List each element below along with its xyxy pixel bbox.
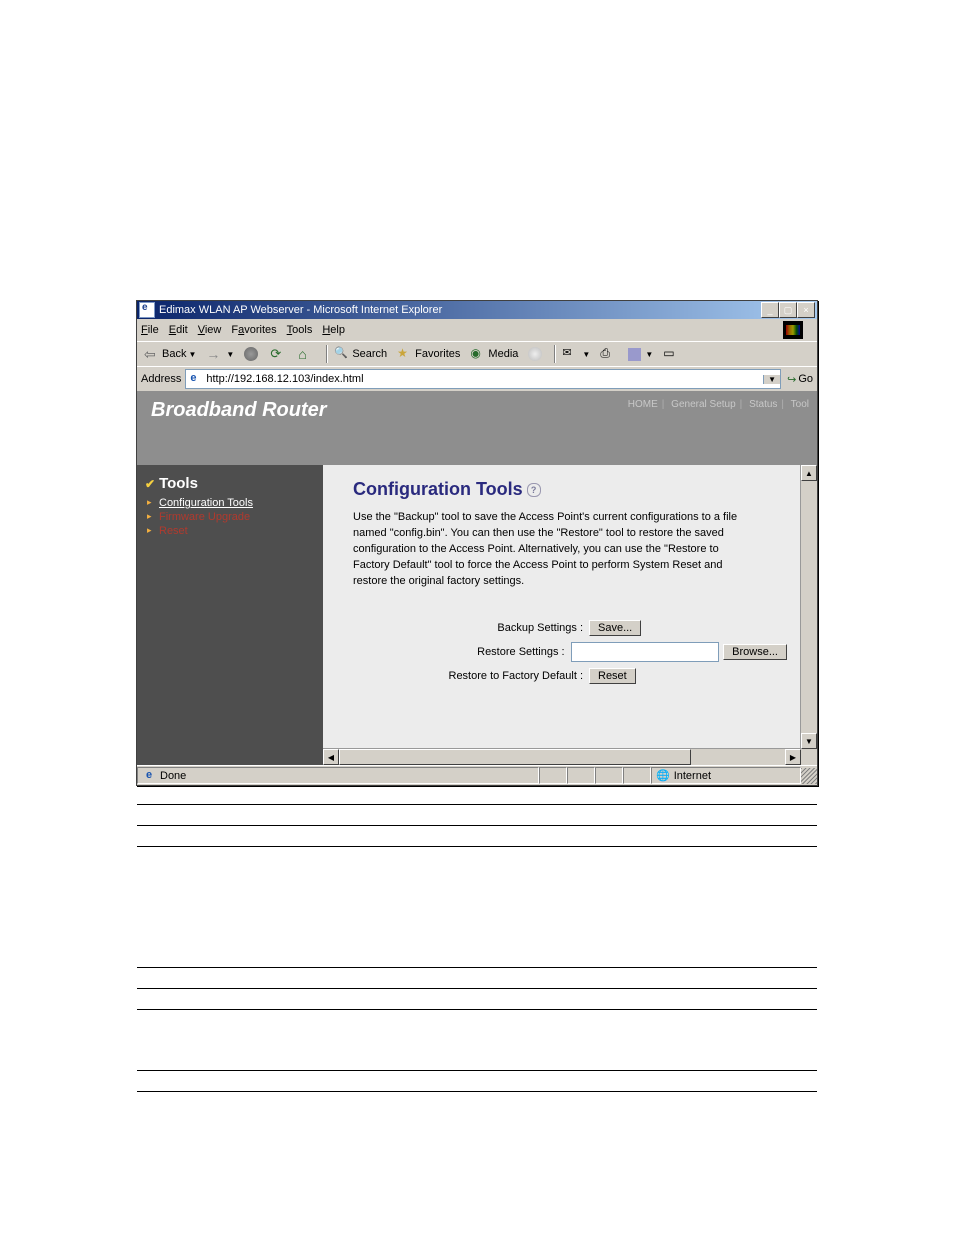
- status-text: Done: [137, 767, 539, 784]
- back-button[interactable]: Back▼: [141, 345, 199, 363]
- factory-default-label: Restore to Factory Default :: [353, 670, 589, 682]
- chevron-down-icon[interactable]: ▼: [645, 350, 653, 359]
- nav-home[interactable]: HOME: [628, 399, 658, 410]
- nav-status[interactable]: Status: [749, 399, 777, 410]
- chevron-down-icon[interactable]: ▼: [582, 350, 590, 359]
- media-button[interactable]: Media: [467, 345, 521, 363]
- status-cell: [567, 767, 595, 784]
- address-label: Address: [141, 373, 181, 385]
- help-icon[interactable]: ?: [527, 483, 541, 497]
- mail-icon: [562, 346, 578, 362]
- address-bar: Address ▼ Go: [137, 366, 817, 391]
- refresh-button[interactable]: [267, 345, 291, 363]
- sidebar-item-firmware-upgrade[interactable]: Firmware Upgrade: [145, 510, 315, 524]
- maximize-button[interactable]: ▢: [779, 302, 797, 318]
- save-button[interactable]: Save...: [589, 620, 641, 636]
- browser-window: Edimax WLAN AP Webserver - Microsoft Int…: [136, 300, 818, 786]
- ie-icon: [139, 302, 155, 318]
- separator: [326, 345, 328, 363]
- forward-button[interactable]: ▼: [203, 345, 237, 363]
- nav-tool[interactable]: Tool: [791, 399, 809, 410]
- forward-icon: [206, 346, 222, 362]
- page-icon: [188, 372, 202, 386]
- menu-view[interactable]: View: [198, 324, 222, 336]
- refresh-icon: [270, 346, 286, 362]
- scroll-left-icon[interactable]: ◀: [323, 749, 339, 765]
- menu-help[interactable]: Help: [322, 324, 345, 336]
- backup-label: Backup Settings :: [353, 622, 589, 634]
- page-description: Use the "Backup" tool to save the Access…: [353, 510, 753, 590]
- menu-edit[interactable]: Edit: [169, 324, 188, 336]
- chevron-down-icon[interactable]: ▼: [226, 350, 234, 359]
- status-cell: [539, 767, 567, 784]
- ie-logo-icon: [783, 321, 803, 339]
- scroll-thumb[interactable]: [339, 749, 691, 765]
- sidebar: Tools Configuration Tools Firmware Upgra…: [137, 465, 323, 765]
- scroll-up-icon[interactable]: ▲: [801, 465, 817, 481]
- main-pane: Configuration Tools? Use the "Backup" to…: [323, 465, 817, 765]
- history-icon: [528, 347, 542, 361]
- top-nav: HOME| General Setup| Status| Tool: [628, 399, 809, 410]
- home-button[interactable]: [295, 345, 319, 363]
- page-content: Broadband Router HOME| General Setup| St…: [137, 391, 817, 765]
- favorites-button[interactable]: Favorites: [394, 345, 463, 363]
- address-input-wrap[interactable]: ▼: [185, 369, 781, 389]
- minimize-button[interactable]: _: [761, 302, 779, 318]
- sidebar-heading: Tools: [145, 475, 315, 492]
- toolbar: Back▼ ▼ Search Favorites Media ▼ ▼: [137, 341, 817, 366]
- mail-button[interactable]: ▼: [559, 345, 593, 363]
- restore-label: Restore Settings :: [353, 646, 571, 658]
- edit-icon: [628, 348, 641, 361]
- discuss-icon: [663, 346, 679, 362]
- menubar: File Edit View Favorites Tools Help: [137, 319, 817, 341]
- scroll-right-icon[interactable]: ▶: [785, 749, 801, 765]
- status-cell: [623, 767, 651, 784]
- status-cell: [595, 767, 623, 784]
- menu-file[interactable]: File: [141, 324, 159, 336]
- edit-button[interactable]: ▼: [625, 347, 656, 362]
- scroll-down-icon[interactable]: ▼: [801, 733, 817, 749]
- reset-button[interactable]: Reset: [589, 668, 636, 684]
- back-icon: [144, 346, 160, 362]
- address-input[interactable]: [204, 372, 763, 386]
- star-icon: [397, 346, 413, 362]
- history-button[interactable]: [525, 346, 547, 362]
- security-zone: Internet: [651, 767, 801, 784]
- titlebar[interactable]: Edimax WLAN AP Webserver - Microsoft Int…: [137, 301, 817, 319]
- resize-grip[interactable]: [801, 768, 817, 784]
- restore-file-input[interactable]: [571, 642, 720, 662]
- vertical-scrollbar[interactable]: ▲ ▼: [800, 465, 817, 765]
- window-title: Edimax WLAN AP Webserver - Microsoft Int…: [159, 304, 761, 316]
- chevron-down-icon[interactable]: ▼: [188, 350, 196, 359]
- page-heading: Configuration Tools?: [353, 479, 787, 500]
- sidebar-item-configuration-tools[interactable]: Configuration Tools: [145, 496, 315, 510]
- sidebar-item-reset[interactable]: Reset: [145, 524, 315, 538]
- print-icon: [600, 346, 616, 362]
- browse-button[interactable]: Browse...: [723, 644, 787, 660]
- search-icon: [334, 346, 350, 362]
- stop-icon: [244, 347, 258, 361]
- banner: Broadband Router HOME| General Setup| St…: [137, 391, 817, 465]
- horizontal-scrollbar[interactable]: ◀ ▶: [323, 748, 801, 765]
- print-button[interactable]: [597, 345, 621, 363]
- separator: [554, 345, 556, 363]
- address-dropdown[interactable]: ▼: [763, 375, 780, 384]
- home-icon: [298, 346, 314, 362]
- close-button[interactable]: ×: [797, 302, 815, 318]
- search-button[interactable]: Search: [331, 345, 390, 363]
- stop-button[interactable]: [241, 346, 263, 362]
- menu-tools[interactable]: Tools: [287, 324, 313, 336]
- media-icon: [470, 346, 486, 362]
- page-icon: [144, 769, 158, 783]
- discuss-button[interactable]: [660, 345, 684, 363]
- go-button[interactable]: Go: [787, 373, 813, 386]
- statusbar: Done Internet: [137, 765, 817, 785]
- menu-favorites[interactable]: Favorites: [231, 324, 276, 336]
- brand-title: Broadband Router: [151, 399, 327, 422]
- nav-general[interactable]: General Setup: [671, 399, 736, 410]
- document-rules: [137, 804, 817, 1092]
